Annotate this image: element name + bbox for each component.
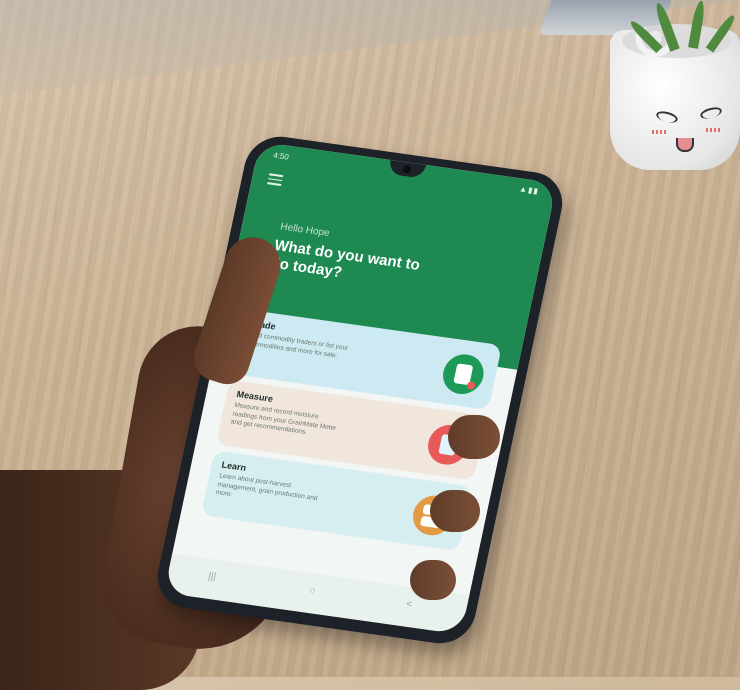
pot-face-blush bbox=[652, 130, 666, 134]
pot-face-blush bbox=[706, 128, 720, 132]
home-button[interactable]: ○ bbox=[308, 585, 316, 597]
hand-finger bbox=[410, 560, 456, 600]
back-button[interactable]: < bbox=[405, 599, 413, 611]
hamburger-menu-icon[interactable] bbox=[267, 173, 284, 186]
hand-finger bbox=[448, 415, 500, 459]
recents-button[interactable]: ||| bbox=[207, 571, 217, 583]
page-title: What do you want to do today? bbox=[268, 236, 422, 282]
pot-face-mouth bbox=[676, 138, 694, 152]
hand-finger bbox=[430, 490, 480, 532]
status-time: 4:50 bbox=[272, 150, 290, 162]
greeting-text: Hello Hope bbox=[279, 221, 331, 240]
signal-battery-icon: ▲▮▮ bbox=[518, 184, 540, 196]
